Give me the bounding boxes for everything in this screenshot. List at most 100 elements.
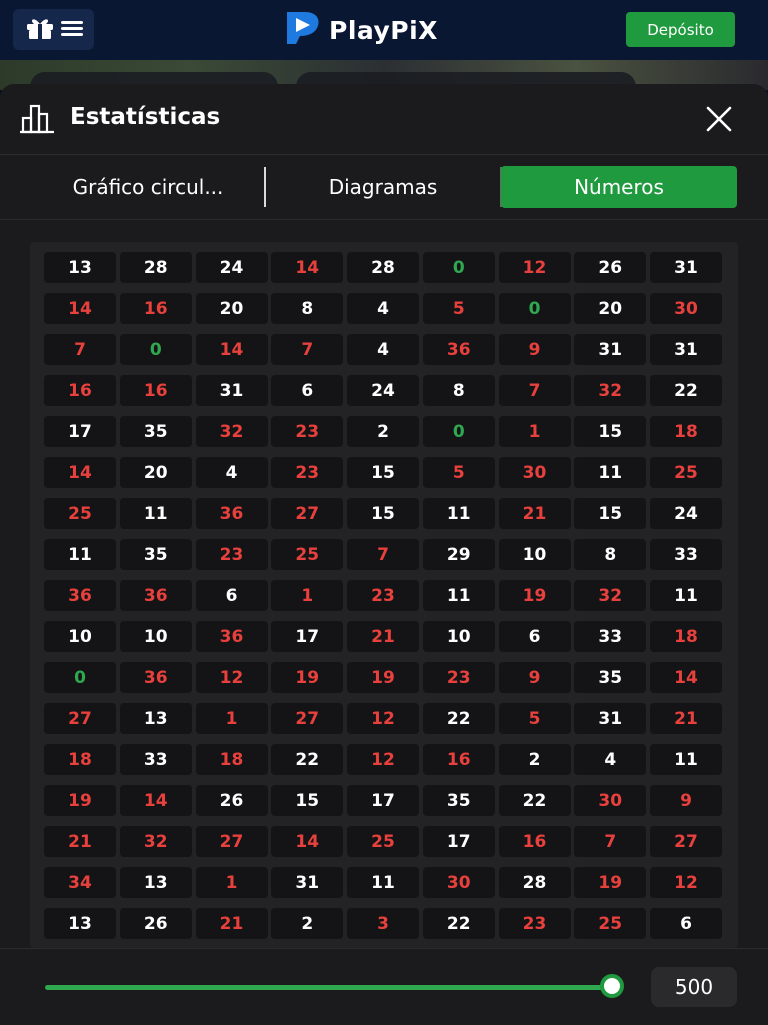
bar-chart-icon bbox=[20, 104, 54, 138]
number-cell: 19 bbox=[271, 662, 344, 693]
number-cell: 20 bbox=[195, 293, 268, 324]
results-slider-track[interactable] bbox=[45, 985, 615, 990]
number-cell: 25 bbox=[44, 498, 116, 529]
number-cell: 31 bbox=[650, 252, 722, 283]
number-cell: 14 bbox=[271, 252, 344, 283]
number-cell: 3 bbox=[347, 908, 419, 939]
number-cell: 7 bbox=[574, 826, 647, 857]
deposit-button[interactable]: Depósito bbox=[626, 12, 735, 47]
menu-icon bbox=[60, 19, 83, 41]
number-cell: 13 bbox=[44, 908, 116, 939]
number-cell: 17 bbox=[271, 621, 344, 652]
gift-menu-button[interactable] bbox=[13, 9, 94, 50]
brand-name: PlayPiX bbox=[329, 15, 438, 45]
panel-title: Estatísticas bbox=[70, 104, 221, 130]
number-cell: 24 bbox=[347, 375, 419, 406]
number-cell: 0 bbox=[422, 416, 495, 447]
number-cell: 5 bbox=[422, 457, 495, 488]
number-cell: 6 bbox=[650, 908, 722, 939]
number-cell: 32 bbox=[574, 580, 647, 611]
number-cell: 17 bbox=[347, 785, 419, 816]
tab-diagrams[interactable]: Diagramas bbox=[266, 166, 500, 208]
results-count-bar: 500 bbox=[0, 948, 768, 1025]
number-cell: 29 bbox=[422, 539, 495, 570]
number-cell: 16 bbox=[498, 826, 571, 857]
number-cell: 7 bbox=[347, 539, 419, 570]
number-cell: 16 bbox=[119, 293, 192, 324]
number-cell: 23 bbox=[498, 908, 571, 939]
number-cell: 23 bbox=[271, 416, 344, 447]
number-cell: 36 bbox=[119, 580, 192, 611]
number-cell: 36 bbox=[44, 580, 116, 611]
number-cell: 23 bbox=[347, 580, 419, 611]
number-cell: 11 bbox=[422, 498, 495, 529]
top-bar: PlayPiX Depósito bbox=[0, 0, 768, 60]
number-cell: 32 bbox=[574, 375, 647, 406]
number-cell: 36 bbox=[195, 621, 268, 652]
number-cell: 16 bbox=[422, 744, 495, 775]
number-cell: 1 bbox=[195, 867, 268, 898]
number-cell: 11 bbox=[650, 744, 722, 775]
number-cell: 15 bbox=[347, 457, 419, 488]
number-cell: 13 bbox=[119, 703, 192, 734]
number-cell: 25 bbox=[271, 539, 344, 570]
brand-logo[interactable]: PlayPiX bbox=[283, 12, 438, 48]
tab-pie-chart[interactable]: Gráfico circul... bbox=[30, 166, 266, 208]
number-cell: 31 bbox=[574, 703, 647, 734]
numbers-grid-container[interactable]: 13 28 24 14 28 0 12 26 31 14 16 20 8 4 5 0 20 30 7 0 14 7 4 36 9… bbox=[30, 242, 738, 948]
number-cell: 2 bbox=[347, 416, 419, 447]
number-cell: 8 bbox=[422, 375, 495, 406]
number-cell: 7 bbox=[498, 375, 571, 406]
number-cell: 30 bbox=[650, 293, 722, 324]
number-cell: 8 bbox=[271, 293, 344, 324]
number-cell: 22 bbox=[650, 375, 722, 406]
results-slider-thumb[interactable] bbox=[600, 974, 624, 998]
number-cell: 10 bbox=[422, 621, 495, 652]
results-count-value[interactable]: 500 bbox=[651, 967, 737, 1007]
number-cell: 26 bbox=[195, 785, 268, 816]
number-cell: 14 bbox=[119, 785, 192, 816]
number-cell: 26 bbox=[574, 252, 647, 283]
number-cell: 27 bbox=[650, 826, 722, 857]
number-cell: 2 bbox=[271, 908, 344, 939]
number-cell: 33 bbox=[574, 621, 647, 652]
number-cell: 15 bbox=[271, 785, 344, 816]
number-cell: 16 bbox=[44, 375, 116, 406]
number-cell: 30 bbox=[498, 457, 571, 488]
number-cell: 18 bbox=[650, 416, 722, 447]
number-cell: 12 bbox=[650, 867, 722, 898]
number-cell: 14 bbox=[44, 293, 116, 324]
number-cell: 31 bbox=[650, 334, 722, 365]
number-cell: 21 bbox=[195, 908, 268, 939]
number-cell: 0 bbox=[44, 662, 116, 693]
number-cell: 15 bbox=[347, 498, 419, 529]
number-cell: 22 bbox=[271, 744, 344, 775]
number-cell: 12 bbox=[347, 744, 419, 775]
number-cell: 28 bbox=[119, 252, 192, 283]
number-cell: 28 bbox=[347, 252, 419, 283]
number-cell: 14 bbox=[44, 457, 116, 488]
number-cell: 24 bbox=[195, 252, 268, 283]
number-cell: 26 bbox=[119, 908, 192, 939]
number-cell: 23 bbox=[195, 539, 268, 570]
number-cell: 21 bbox=[347, 621, 419, 652]
number-cell: 11 bbox=[422, 580, 495, 611]
number-cell: 14 bbox=[650, 662, 722, 693]
number-cell: 27 bbox=[195, 826, 268, 857]
number-cell: 21 bbox=[650, 703, 722, 734]
number-cell: 6 bbox=[195, 580, 268, 611]
number-cell: 2 bbox=[498, 744, 571, 775]
tab-numbers[interactable]: Números bbox=[501, 166, 737, 208]
number-cell: 31 bbox=[195, 375, 268, 406]
number-cell: 9 bbox=[650, 785, 722, 816]
stats-tabs: Gráfico circul... Diagramas Números bbox=[0, 155, 768, 220]
close-icon[interactable] bbox=[704, 104, 734, 134]
number-cell: 10 bbox=[119, 621, 192, 652]
number-cell: 20 bbox=[574, 293, 647, 324]
number-cell: 35 bbox=[574, 662, 647, 693]
number-cell: 4 bbox=[347, 334, 419, 365]
number-cell: 31 bbox=[574, 334, 647, 365]
gift-icon bbox=[25, 16, 55, 44]
number-cell: 34 bbox=[44, 867, 116, 898]
number-cell: 12 bbox=[498, 252, 571, 283]
